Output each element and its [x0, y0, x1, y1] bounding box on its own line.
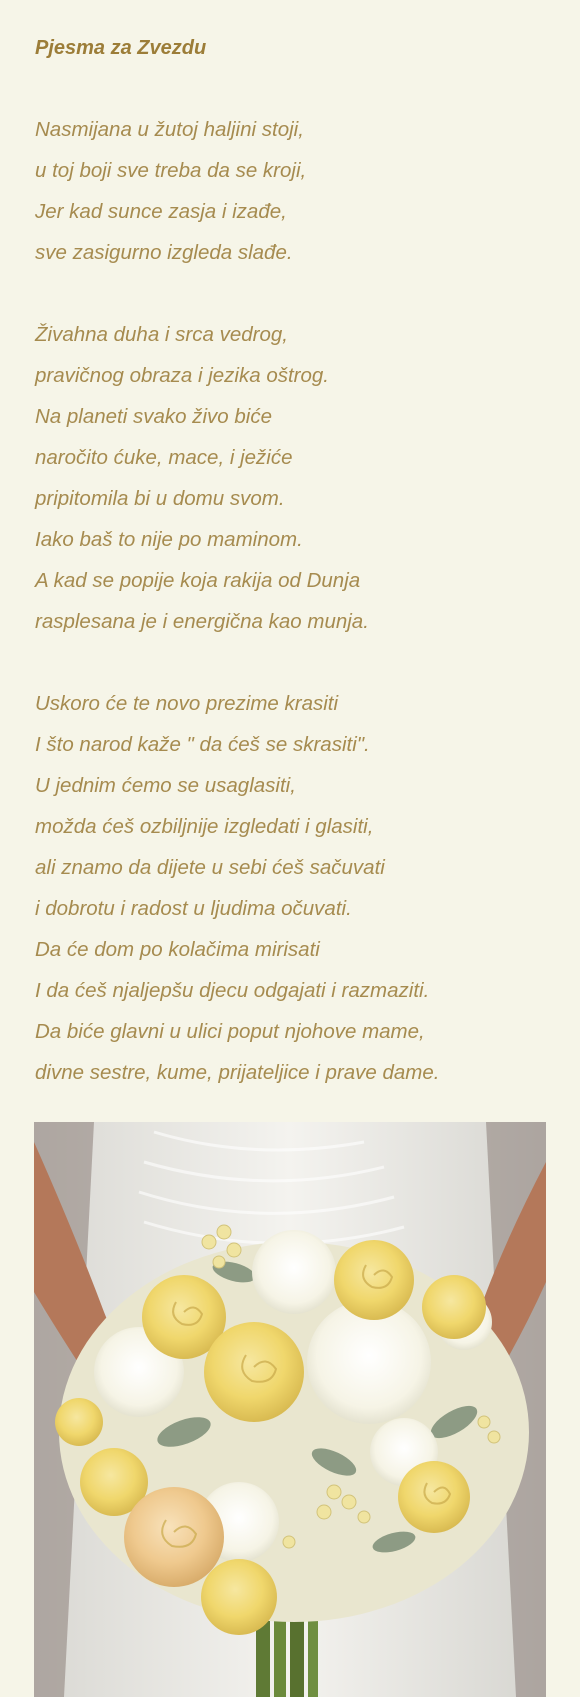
poem-line: i dobrotu i radost u ljudima očuvati.: [35, 897, 352, 920]
bouquet-photo: [34, 1122, 546, 1697]
poem-page: Pjesma za Zvezdu Nasmijana u žutoj halji…: [35, 28, 555, 1093]
poem-line: Nasmijana u žutoj haljini stoji,: [35, 118, 304, 141]
poem-line: naročito ćuke, mace, i ježiće: [35, 446, 293, 469]
stanza-2: Živahna duha i srca vedrog, pravičnog ob…: [35, 314, 555, 642]
poem-body: Nasmijana u žutoj haljini stoji, u toj b…: [35, 109, 555, 1093]
poem-line: Živahna duha i srca vedrog,: [35, 323, 288, 346]
stanza-1: Nasmijana u žutoj haljini stoji, u toj b…: [35, 109, 555, 273]
poem-line: u toj boji sve treba da se kroji,: [35, 159, 307, 182]
poem-line: pravičnog obraza i jezika oštrog.: [35, 364, 329, 387]
stanza-gap: [35, 642, 555, 683]
poem-line: A kad se popije koja rakija od Dunja: [35, 569, 361, 592]
poem-line: rasplesana je i energična kao munja.: [35, 610, 369, 633]
poem-line: Uskoro će te novo prezime krasiti: [35, 692, 339, 715]
poem-line: U jednim ćemo se usaglasiti,: [35, 774, 296, 797]
stanza-3: Uskoro će te novo prezime krasiti I što …: [35, 683, 555, 1093]
poem-line: I što narod kaže " da ćeš se skrasiti".: [35, 733, 370, 756]
poem-line: Da biće glavni u ulici poput njohove mam…: [35, 1020, 425, 1043]
peach-rose: [124, 1487, 224, 1587]
bouquet-illustration: [34, 1122, 546, 1697]
poem-title: Pjesma za Zvezdu: [35, 37, 207, 59]
poem-line: Iako baš to nije po maminom.: [35, 528, 303, 551]
poem-line: ali znamo da dijete u sebi ćeš sačuvati: [35, 856, 385, 879]
poem-line: možda ćeš ozbiljnije izgledati i glasiti…: [35, 815, 374, 838]
poem-line: pripitomila bi u domu svom.: [35, 487, 285, 510]
stanza-gap: [35, 273, 555, 314]
poem-line: divne sestre, kume, prijateljice i prave…: [35, 1061, 440, 1084]
poem-line: Na planeti svako živo biće: [35, 405, 273, 428]
poem-line: Jer kad sunce zasja i izađe,: [35, 200, 287, 223]
poem-line: I da ćeš njaljepšu djecu odgajati i razm…: [35, 979, 430, 1002]
poem-line: sve zasigurno izgleda slađe.: [35, 241, 293, 264]
poem-line: Da će dom po kolačima mirisati: [35, 938, 320, 961]
